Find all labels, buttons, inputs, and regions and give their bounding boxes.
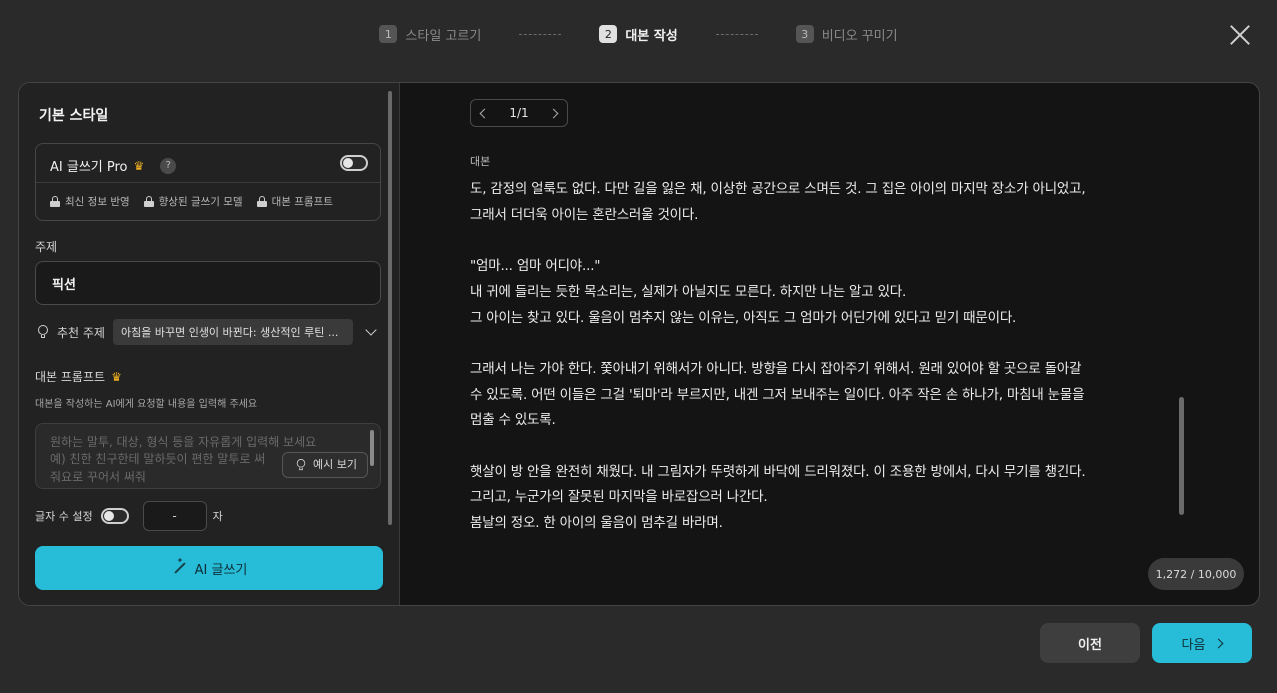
crown-icon: ♛: [111, 369, 122, 384]
character-counter: 1,272 / 10,000: [1148, 558, 1244, 590]
script-label: 대본: [470, 155, 491, 168]
length-label: 글자 수 설정: [35, 510, 93, 523]
page-indicator: 1/1: [509, 106, 529, 120]
stepper: 1 스타일 고르기 2 대본 작성 3 비디오 꾸미기: [0, 24, 1277, 44]
sidebar-scrollbar[interactable]: [388, 91, 392, 525]
step-separator: [519, 33, 562, 35]
chevron-down-icon[interactable]: [365, 324, 377, 336]
script-editor[interactable]: 도, 감정의 얼룩도 없다. 다만 길을 잃은 채, 이상한 공간으로 스며든 …: [470, 177, 1180, 537]
chevron-left-icon[interactable]: [479, 108, 490, 118]
prompt-label-row: 대본 프롬프트 ♛: [35, 368, 122, 385]
settings-sidebar: 기본 스타일 AI 글쓰기 Pro ♛ ? 최신 정보 반영 향상된 글쓰기 모…: [19, 83, 400, 605]
recommend-row: 추천 주제 아침을 바꾸면 인생이 바뀐다: 생산적인 루틴 ...: [35, 319, 381, 345]
main-panel: 기본 스타일 AI 글쓰기 Pro ♛ ? 최신 정보 반영 향상된 글쓰기 모…: [18, 82, 1260, 606]
topic-label: 주제: [35, 240, 58, 254]
script-scrollbar[interactable]: [1179, 397, 1184, 515]
prompt-help-text: 대본을 작성하는 AI에게 요청할 내용을 입력해 주세요: [35, 399, 258, 410]
step-number: 2: [599, 25, 618, 43]
recommend-label: 추천 주제: [57, 325, 105, 340]
prompt-label: 대본 프롬프트: [35, 370, 106, 384]
prompt-scrollbar[interactable]: [370, 430, 374, 466]
step-label: 비디오 꾸미기: [821, 28, 898, 44]
lock-icon: [143, 196, 154, 207]
section-title: 기본 스타일: [39, 108, 109, 124]
length-unit: 자: [212, 510, 223, 523]
prompt-textarea[interactable]: 원하는 말투, 대상, 형식 등을 자유롭게 입력해 보세요 예) 친한 친구한…: [35, 423, 381, 489]
previous-button[interactable]: 이전: [1040, 623, 1140, 663]
step-separator: [715, 33, 758, 35]
next-button[interactable]: 다음: [1152, 623, 1252, 663]
close-icon[interactable]: [1229, 24, 1251, 46]
magic-wand-icon: [171, 556, 187, 576]
feature-item: 대본 프롬프트: [256, 194, 333, 209]
ai-pro-header: AI 글쓰기 Pro ♛ ?: [50, 156, 177, 175]
ai-write-label: AI 글쓰기: [194, 562, 248, 578]
help-icon[interactable]: ?: [160, 157, 177, 174]
step-number: 3: [795, 25, 814, 43]
lightbulb-icon: [296, 459, 306, 471]
feature-label: 최신 정보 반영: [65, 196, 130, 208]
previous-label: 이전: [1078, 637, 1102, 653]
recommend-topic-chip[interactable]: 아침을 바꾸면 인생이 바뀐다: 생산적인 루틴 ...: [112, 319, 353, 345]
lock-icon: [50, 196, 60, 207]
length-input[interactable]: -: [142, 501, 207, 531]
ai-pro-title: AI 글쓰기 Pro: [50, 160, 128, 175]
chevron-right-icon[interactable]: [548, 108, 559, 118]
feature-item: 최신 정보 반영: [50, 194, 130, 209]
length-toggle[interactable]: [100, 508, 129, 524]
topic-value: 픽션: [52, 277, 76, 293]
next-label: 다음: [1181, 637, 1206, 653]
length-row: 글자 수 설정 - 자: [35, 501, 223, 531]
crown-icon: ♛: [133, 158, 145, 173]
pro-features: 최신 정보 반영 향상된 글쓰기 모델 대본 프롬프트: [50, 194, 333, 209]
feature-label: 향상된 글쓰기 모델: [158, 196, 243, 208]
divider: [36, 182, 380, 183]
step-decorate: 3 비디오 꾸미기: [795, 25, 898, 44]
example-button[interactable]: 예시 보기: [282, 452, 368, 478]
step-style: 1 스타일 고르기: [379, 25, 481, 44]
example-label: 예시 보기: [313, 458, 357, 472]
step-number: 1: [379, 25, 398, 43]
topic-input[interactable]: 픽션: [35, 261, 381, 305]
ai-pro-toggle[interactable]: [340, 155, 368, 171]
feature-label: 대본 프롬프트: [271, 196, 333, 208]
step-script: 2 대본 작성: [599, 25, 678, 44]
chevron-right-icon: [1214, 638, 1224, 648]
step-label: 스타일 고르기: [405, 28, 482, 44]
page-navigator: 1/1: [470, 99, 568, 127]
step-label: 대본 작성: [625, 28, 678, 44]
ai-write-button[interactable]: AI 글쓰기: [35, 546, 383, 590]
feature-item: 향상된 글쓰기 모델: [143, 194, 243, 209]
lightbulb-icon: [37, 325, 49, 339]
ai-pro-box: AI 글쓰기 Pro ♛ ? 최신 정보 반영 향상된 글쓰기 모델 대본 프롬…: [35, 143, 381, 221]
lock-icon: [256, 196, 267, 207]
